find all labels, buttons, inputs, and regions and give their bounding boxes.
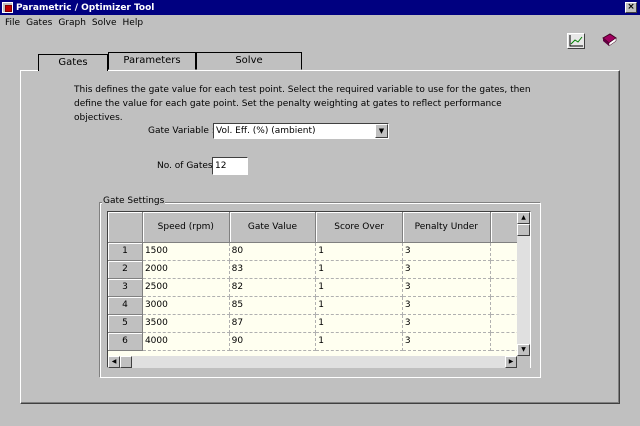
help-book-button[interactable] (601, 33, 619, 49)
row-number[interactable]: 1 (108, 242, 143, 261)
title-bar: Parametric / Optimizer Tool × (0, 0, 640, 15)
cell-score-over[interactable]: 1 (315, 332, 403, 351)
row-number[interactable]: 4 (108, 296, 143, 315)
description-text: This defines the gate value for each tes… (74, 85, 531, 123)
cell-penalty-under[interactable]: 3 (402, 278, 491, 297)
scroll-up-icon[interactable]: ▲ (517, 212, 530, 224)
cell-speed[interactable]: 4000 (142, 332, 230, 351)
table-row: 3 2500 82 1 3 (108, 278, 530, 297)
cell-speed[interactable]: 2500 (142, 278, 230, 297)
cell-gate-value[interactable]: 83 (229, 260, 317, 279)
row-number[interactable]: 3 (108, 278, 143, 297)
cell-gate-value[interactable]: 90 (229, 332, 317, 351)
horizontal-scroll-thumb[interactable] (120, 356, 132, 368)
cell-speed[interactable]: 3500 (142, 314, 230, 333)
gate-settings-grid[interactable]: Speed (rpm) Gate Value Score Over Penalt… (107, 211, 531, 368)
gate-settings-title: Gate Settings (102, 196, 166, 206)
cell-speed[interactable]: 3000 (142, 296, 230, 315)
cell-gate-value[interactable]: 85 (229, 296, 317, 315)
no-of-gates-input[interactable]: 12 (212, 157, 248, 175)
menu-solve[interactable]: Solve (89, 18, 120, 28)
tab-solve[interactable]: Solve (196, 52, 302, 70)
row-number[interactable]: 5 (108, 314, 143, 333)
gate-variable-label: Gate Variable : (148, 126, 215, 136)
graph-icon (569, 35, 583, 47)
cell-score-over[interactable]: 1 (315, 278, 403, 297)
row-number[interactable]: 2 (108, 260, 143, 279)
table-row: 4 3000 85 1 3 (108, 296, 530, 315)
cell-gate-value[interactable]: 82 (229, 278, 317, 297)
table-row: 6 4000 90 1 3 (108, 332, 530, 351)
vertical-scroll-thumb[interactable] (517, 224, 530, 236)
grid-header-row: Speed (rpm) Gate Value Score Over Penalt… (108, 212, 530, 243)
menu-help[interactable]: Help (120, 18, 147, 28)
scroll-right-icon[interactable]: ▶ (505, 356, 517, 368)
chevron-down-icon[interactable]: ▼ (375, 124, 388, 138)
gate-variable-select[interactable]: Vol. Eff. (%) (ambient) ▼ (213, 123, 389, 139)
menu-graph[interactable]: Graph (55, 18, 89, 28)
no-of-gates-label: No. of Gates (157, 161, 213, 171)
gate-variable-value: Vol. Eff. (%) (ambient) (216, 126, 316, 136)
tab-gates[interactable]: Gates (38, 54, 108, 71)
scroll-down-icon[interactable]: ▼ (517, 344, 530, 356)
close-button[interactable]: × (625, 2, 637, 13)
menu-bar: File Gates Graph Solve Help (0, 15, 640, 30)
cell-speed[interactable]: 1500 (142, 242, 230, 261)
menu-gates[interactable]: Gates (23, 18, 55, 28)
horizontal-scrollbar[interactable]: ◀ ▶ (108, 356, 517, 368)
cell-penalty-under[interactable]: 3 (402, 314, 491, 333)
cell-score-over[interactable]: 1 (315, 242, 403, 261)
cell-penalty-under[interactable]: 3 (402, 260, 491, 279)
cell-score-over[interactable]: 1 (315, 296, 403, 315)
window-title: Parametric / Optimizer Tool (16, 2, 155, 13)
cell-speed[interactable]: 2000 (142, 260, 230, 279)
cell-score-over[interactable]: 1 (315, 260, 403, 279)
col-header-speed[interactable]: Speed (rpm) (142, 212, 230, 243)
cell-penalty-under[interactable]: 3 (402, 332, 491, 351)
col-header-score-over[interactable]: Score Over (315, 212, 403, 243)
cell-penalty-under[interactable]: 3 (402, 296, 491, 315)
tab-parameters[interactable]: Parameters (108, 52, 196, 70)
table-row: 5 3500 87 1 3 (108, 314, 530, 333)
cell-score-over[interactable]: 1 (315, 314, 403, 333)
scroll-left-icon[interactable]: ◀ (108, 356, 120, 368)
cell-gate-value[interactable]: 80 (229, 242, 317, 261)
menu-file[interactable]: File (2, 18, 23, 28)
cell-penalty-under[interactable]: 3 (402, 242, 491, 261)
table-row: 2 2000 83 1 3 (108, 260, 530, 279)
col-header-penalty-under[interactable]: Penalty Under (402, 212, 491, 243)
scrollbar-corner (517, 356, 530, 368)
grid-corner-header (108, 212, 143, 243)
vertical-scrollbar[interactable]: ▲ ▼ (517, 212, 530, 356)
row-number[interactable]: 6 (108, 332, 143, 351)
table-row: 1 1500 80 1 3 (108, 242, 530, 261)
book-icon (602, 33, 617, 47)
app-icon (2, 2, 13, 13)
cell-gate-value[interactable]: 87 (229, 314, 317, 333)
col-header-gate-value[interactable]: Gate Value (229, 212, 317, 243)
graph-button[interactable] (567, 33, 585, 49)
